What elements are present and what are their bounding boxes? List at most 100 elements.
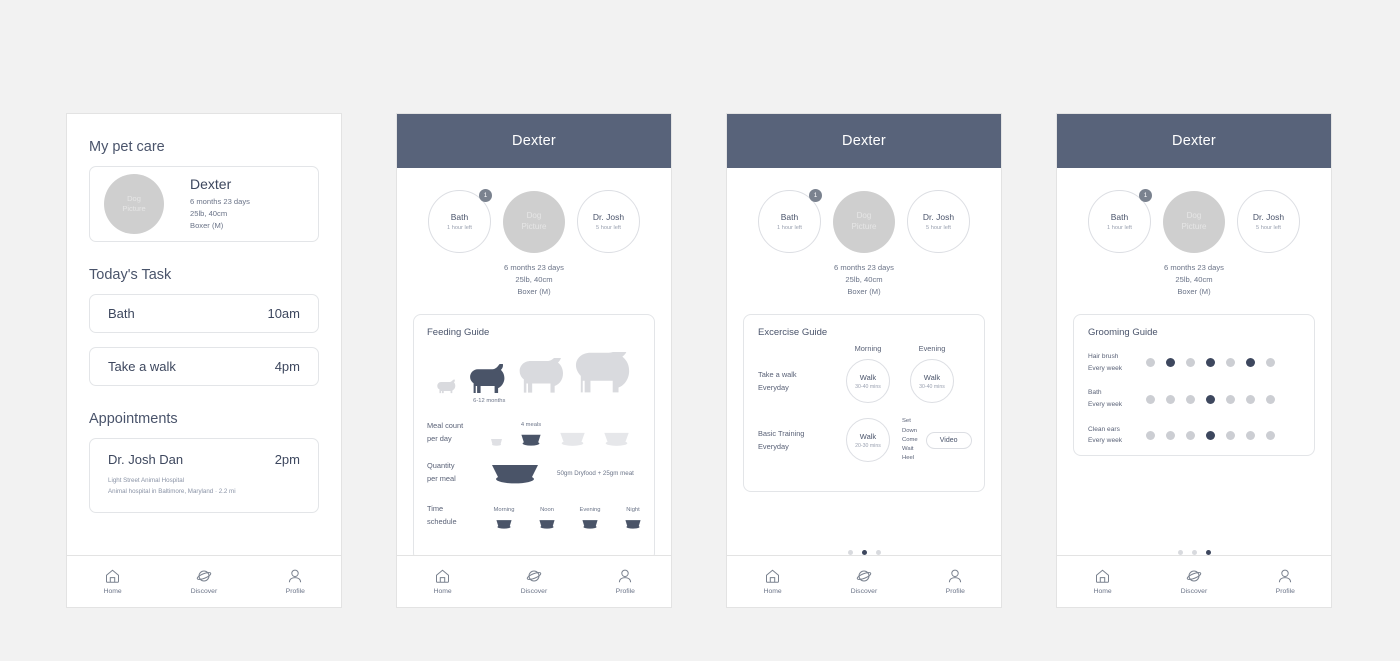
page-dot-3[interactable] — [1205, 550, 1211, 555]
tab-discover[interactable]: Discover — [829, 569, 899, 595]
bowl-item — [558, 420, 587, 447]
pet-card[interactable]: Dog Picture Dexter 6 months 23 days 25lb… — [89, 166, 319, 242]
screen-exercise: Dexter Bath 1 hour left 1 Dog Picture Dr… — [726, 113, 1002, 608]
time-item: Morning — [493, 507, 515, 529]
grooming-dot-4[interactable] — [1206, 394, 1215, 404]
exercise-row-walk: Take a walk Everyday Walk 30-40 mins Walk… — [758, 359, 970, 404]
appointment-location: Animal hospital in Baltimore, Maryland ·… — [108, 487, 236, 495]
grooming-dot-6[interactable] — [1246, 358, 1255, 368]
pet-age: 6 months 23 days — [1164, 263, 1224, 272]
quantity-row: Quantity per meal 50gm Dryfood + 25gm mea… — [427, 460, 641, 486]
dog-growth-row: 6-12 months — [427, 344, 641, 406]
circle-bath-sub: 1 hour left — [447, 225, 472, 231]
meal-count-bowls: 4 meals — [489, 420, 641, 447]
grooming-dot-5[interactable] — [1226, 358, 1235, 368]
task-row[interactable]: Bath 10am — [89, 294, 319, 333]
grooming-row-label: Hair brush Every week — [1088, 353, 1123, 372]
page-dot-1[interactable] — [1177, 550, 1183, 555]
tab-profile[interactable]: Profile — [1250, 569, 1320, 595]
walk-circle[interactable]: Walk 30-40 mins — [846, 359, 890, 404]
circle-bath[interactable]: Bath 1 hour left 1 — [758, 189, 822, 253]
grooming-dot-7[interactable] — [1266, 394, 1275, 404]
page-dot-1[interactable] — [847, 550, 853, 555]
tab-label-profile: Profile — [615, 587, 635, 595]
tab-home[interactable]: Home — [408, 569, 478, 595]
grooming-dot-1[interactable] — [1146, 394, 1155, 404]
screen-exercise-body: Bath 1 hour left 1 Dog Picture Dr. Josh … — [727, 168, 1001, 555]
walk-circle[interactable]: Walk 30-40 mins — [910, 359, 954, 404]
person-icon — [288, 569, 302, 583]
page-dot-2[interactable] — [1191, 550, 1197, 555]
grooming-dot-2[interactable] — [1166, 430, 1175, 440]
tab-discover[interactable]: Discover — [169, 569, 239, 595]
tab-label-discover: Discover — [190, 587, 218, 595]
tab-discover[interactable]: Discover — [499, 569, 569, 595]
grooming-dot-4[interactable] — [1206, 358, 1215, 368]
circle-pet-picture[interactable]: Dog Picture — [503, 190, 565, 253]
appointment-place: Light Street Animal Hospital — [108, 477, 185, 484]
grooming-guide-card: Grooming Guide Hair brush Every week Bath… — [1073, 314, 1315, 457]
tab-home[interactable]: Home — [1068, 569, 1138, 595]
tab-label-profile: Profile — [1275, 587, 1295, 595]
task-time: 10am — [267, 306, 300, 321]
walk-circle[interactable]: Walk 20-30 mins — [846, 418, 890, 463]
pet-avatar: Dog Picture — [104, 174, 164, 234]
page-indicator[interactable] — [1073, 550, 1315, 555]
circle-pet-picture[interactable]: Dog Picture — [833, 190, 895, 253]
walk-label: Walk — [923, 372, 941, 382]
walk-label: Walk — [859, 431, 877, 441]
grooming-dot-3[interactable] — [1186, 394, 1195, 404]
circle-pet-picture[interactable]: Dog Picture — [1163, 190, 1225, 253]
circle-doctor[interactable]: Dr. Josh 5 hour left — [1237, 190, 1300, 253]
home-icon — [765, 569, 780, 583]
tabbar: Home Discover Profile — [1057, 555, 1331, 607]
exercise-cell-evening: Walk 30-40 mins — [900, 359, 964, 404]
grooming-row-clean-ears: Clean ears Every week — [1088, 424, 1300, 447]
circle-doctor[interactable]: Dr. Josh 5 hour left — [577, 190, 640, 253]
bowl-icon — [521, 435, 541, 447]
pet-meta-center: 6 months 23 days 25lb, 40cm Boxer (M) — [413, 262, 655, 298]
tab-discover[interactable]: Discover — [1159, 569, 1229, 595]
circle-doctor[interactable]: Dr. Josh 5 hour left — [907, 190, 970, 253]
page-dot-2[interactable] — [861, 550, 867, 555]
grooming-dot-4[interactable] — [1206, 430, 1215, 440]
tab-profile[interactable]: Profile — [260, 569, 330, 595]
grooming-dot-5[interactable] — [1226, 430, 1235, 440]
pet-age: 6 months 23 days — [504, 263, 564, 272]
exercise-row-label: Take a walk Everyday — [758, 370, 797, 393]
grooming-dot-6[interactable] — [1246, 394, 1255, 404]
tab-profile[interactable]: Profile — [590, 569, 660, 595]
circle-bath[interactable]: Bath 1 hour left 1 — [428, 189, 492, 253]
grooming-dot-1[interactable] — [1146, 430, 1155, 440]
circle-bath-label: Bath — [450, 212, 469, 222]
grooming-dot-3[interactable] — [1186, 358, 1195, 368]
circle-pet-line2: Picture — [521, 221, 547, 231]
page-indicator[interactable] — [743, 550, 985, 555]
circle-bath[interactable]: Bath 1 hour left 1 — [1088, 189, 1152, 253]
video-button[interactable]: Video — [925, 431, 972, 449]
page-dot-3[interactable] — [875, 550, 881, 555]
grooming-dot-7[interactable] — [1266, 358, 1275, 368]
tab-home[interactable]: Home — [78, 569, 148, 595]
pet-age: 6 months 23 days — [190, 197, 250, 207]
tab-profile[interactable]: Profile — [920, 569, 990, 595]
grooming-dot-3[interactable] — [1186, 430, 1195, 440]
time-schedule-row: Time schedule Morning Noon Evening Night — [427, 503, 641, 529]
grooming-dot-2[interactable] — [1166, 358, 1175, 368]
appointment-card[interactable]: Dr. Josh Dan 2pm Light Street Animal Hos… — [89, 438, 319, 513]
grooming-dot-7[interactable] — [1266, 430, 1275, 440]
planet-icon — [1186, 569, 1202, 583]
app-header: Dexter — [397, 114, 671, 168]
grooming-row-bath: Bath Every week — [1088, 387, 1300, 410]
grooming-dot-2[interactable] — [1166, 394, 1175, 404]
tab-label-discover: Discover — [1180, 587, 1208, 595]
tab-home[interactable]: Home — [738, 569, 808, 595]
grooming-dot-6[interactable] — [1246, 430, 1255, 440]
column-morning: Morning — [854, 344, 882, 354]
screen-home: My pet care Dog Picture Dexter 6 months … — [66, 113, 342, 608]
grooming-dot-5[interactable] — [1226, 394, 1235, 404]
grooming-dot-1[interactable] — [1146, 358, 1155, 368]
tabbar: Home Discover Profile — [67, 555, 341, 607]
task-row[interactable]: Take a walk 4pm — [89, 347, 319, 386]
exercise-column-headers: Morning Evening — [758, 344, 970, 353]
